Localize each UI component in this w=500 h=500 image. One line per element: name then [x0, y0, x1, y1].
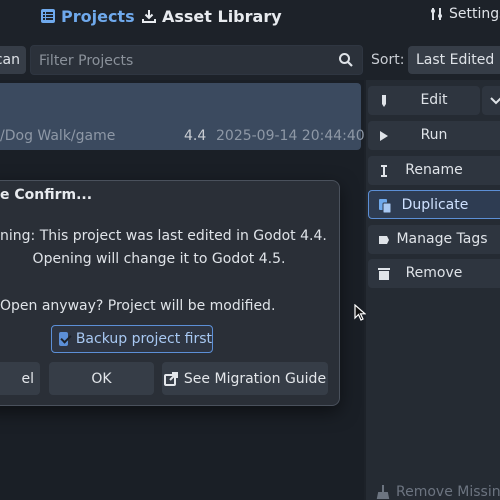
broom-icon	[376, 485, 390, 499]
dialog-question-line: Open anyway? Project will be modified.	[0, 298, 276, 314]
mouse-cursor-icon	[354, 304, 366, 321]
rename-label: Rename	[405, 162, 463, 178]
sort-select[interactable]: Last Edited	[408, 46, 500, 74]
remove-missing-button[interactable]: Remove Missing	[376, 484, 500, 500]
tab-projects-label: Projects	[61, 6, 135, 26]
cancel-button[interactable]: el	[0, 362, 40, 395]
run-button[interactable]: Run	[368, 121, 500, 150]
settings-label: Settings	[449, 6, 500, 22]
duplicate-label: Duplicate	[401, 197, 469, 213]
ok-button[interactable]: OK	[49, 362, 154, 395]
tools-icon	[431, 8, 442, 20]
sort-value: Last Edited	[416, 52, 495, 68]
project-version: 4.4	[184, 128, 207, 144]
projects-list-icon	[41, 9, 55, 23]
backup-project-checkbox[interactable]: Backup project first	[51, 325, 213, 353]
filter-projects-field[interactable]	[30, 45, 363, 76]
remove-missing-label: Remove Missing	[396, 484, 500, 500]
search-icon[interactable]	[338, 52, 354, 68]
migration-guide-button[interactable]: See Migration Guide	[162, 362, 328, 395]
duplicate-button[interactable]: Duplicate	[368, 190, 500, 219]
chevron-down-icon	[490, 97, 500, 105]
edit-button[interactable]: Edit	[368, 86, 480, 115]
tab-projects[interactable]: Projects	[41, 5, 135, 27]
scan-button[interactable]: can	[0, 46, 26, 74]
cancel-label: el	[21, 370, 34, 387]
checkbox-checked-icon	[59, 332, 68, 346]
migration-guide-label: See Migration Guide	[183, 370, 327, 387]
backup-label: Backup project first	[75, 331, 212, 347]
manage-tags-label: Manage Tags	[396, 231, 488, 247]
download-icon	[142, 10, 156, 23]
dialog-title: e Confirm...	[0, 187, 93, 203]
project-path: /Dog Walk/game	[0, 128, 116, 144]
edit-label: Edit	[420, 92, 448, 108]
remove-label: Remove	[405, 265, 463, 281]
tab-asset-library-label: Asset Library	[162, 6, 282, 26]
project-last-edited: 2025-09-14 20:44:40	[216, 128, 365, 144]
dialog-change-line: Opening will change it to Godot 4.5.	[32, 251, 286, 267]
remove-button[interactable]: Remove	[368, 259, 500, 288]
scan-label: can	[0, 52, 20, 68]
dialog-warning-line: ning: This project was last edited in Go…	[0, 228, 327, 244]
tab-asset-library[interactable]: Asset Library	[142, 5, 282, 27]
ok-label: OK	[91, 370, 112, 387]
sort-label: Sort:	[371, 52, 405, 68]
external-link-icon	[163, 371, 178, 386]
run-label: Run	[420, 127, 448, 143]
settings-button[interactable]: Settings	[430, 6, 500, 22]
edit-dropdown-button[interactable]	[482, 86, 500, 115]
rename-button[interactable]: Rename	[368, 156, 500, 185]
filter-projects-input[interactable]	[37, 46, 331, 76]
manage-tags-button[interactable]: Manage Tags	[368, 225, 500, 254]
